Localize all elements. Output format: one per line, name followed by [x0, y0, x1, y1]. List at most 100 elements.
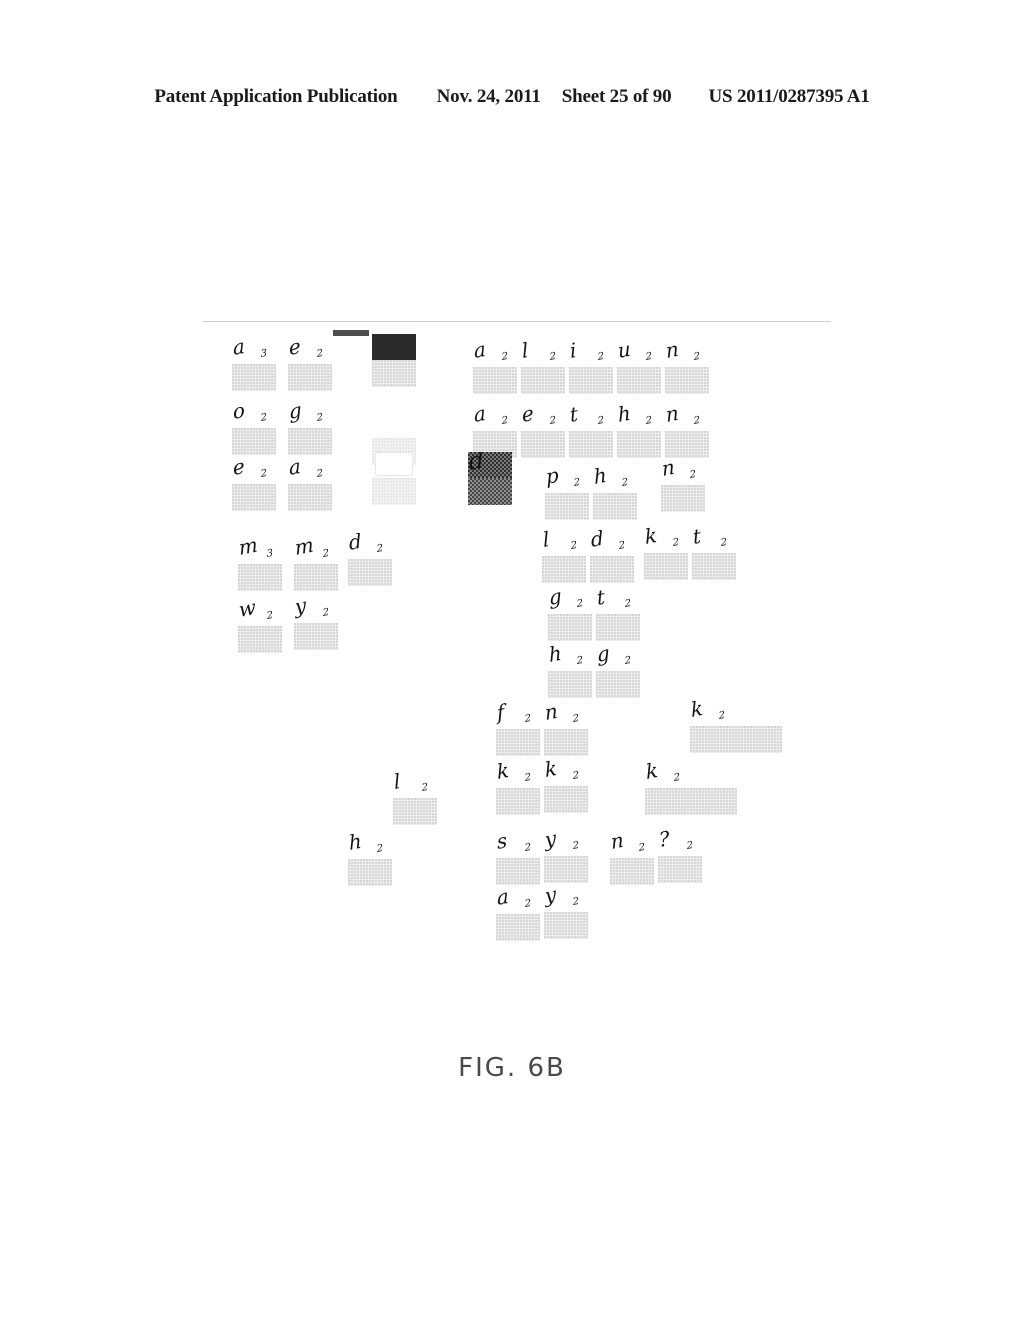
thumbnail-glyph-box: h2	[548, 645, 592, 671]
cursive-glyph: m	[238, 538, 258, 560]
thumbnail-cell[interactable]: y2	[544, 830, 588, 886]
thumbnail-glyph-box: a2	[288, 458, 332, 484]
cursive-glyph: m	[294, 538, 314, 560]
glyph-subscript: 2	[524, 771, 531, 784]
thumbnail-cell[interactable]: s2	[496, 832, 540, 888]
thumbnail-cell[interactable]: n2	[661, 459, 705, 515]
thumbnail-cell[interactable]: g2	[288, 402, 332, 458]
thumbnail-cell[interactable]: n2	[665, 341, 709, 397]
glyph-subscript: 2	[501, 350, 508, 363]
thumbnail-cell[interactable]: k2	[644, 527, 688, 583]
thumbnail-cell[interactable]: a3	[232, 338, 276, 394]
thumbnail-cell[interactable]: d	[468, 452, 512, 508]
glyph-subscript: 2	[376, 842, 383, 855]
thumbnail-cell[interactable]: a2	[473, 341, 517, 397]
thumbnail-cell[interactable]: h2	[617, 405, 661, 461]
thumbnail-glyph-box: l2	[542, 530, 586, 556]
glyph-subscript: 2	[524, 712, 531, 725]
thumbnail-cell[interactable]: h2	[593, 467, 637, 523]
thumbnail-cell[interactable]: p2	[545, 467, 589, 523]
thumbnail-cell[interactable]: u2	[617, 341, 661, 397]
cursive-glyph: n	[544, 703, 558, 725]
thumbnail-cell[interactable]: k2	[496, 762, 540, 818]
figure-caption: FIG. 6B	[458, 1053, 566, 1083]
thumbnail-cell[interactable]: t2	[692, 527, 736, 583]
thumbnail-placeholder-strip	[348, 559, 392, 586]
thumbnail-placeholder-strip	[238, 564, 282, 591]
cursive-glyph: a	[232, 338, 245, 360]
glyph-subscript: 2	[597, 350, 604, 363]
cursive-glyph: a	[473, 405, 486, 427]
thumbnail-cell[interactable]: e2	[288, 338, 332, 394]
cursive-glyph: h	[348, 833, 362, 855]
thumbnail-placeholder-strip	[665, 431, 709, 458]
cursive-glyph: e	[521, 405, 534, 427]
thumbnail-glyph-box: s2	[496, 832, 540, 858]
thumbnail-cell[interactable]: k2	[690, 700, 782, 756]
cursive-glyph: t	[596, 588, 605, 610]
thumbnail-cell[interactable]	[372, 334, 416, 390]
thumbnail-glyph-box: e2	[232, 458, 276, 484]
cursive-glyph: n	[661, 459, 675, 481]
cursive-glyph: h	[617, 405, 631, 427]
thumbnail-cell[interactable]: g2	[596, 645, 640, 701]
thumbnail-glyph-box: l2	[521, 341, 565, 367]
thumbnail-cell[interactable]: t2	[596, 588, 640, 644]
thumbnail-cell[interactable]: i2	[569, 341, 613, 397]
cursive-glyph: u	[617, 341, 631, 363]
cursive-glyph: f	[496, 703, 505, 725]
cursive-glyph: e	[232, 458, 245, 480]
thumbnail-glyph-box: h2	[617, 405, 661, 431]
thumbnail-cell[interactable]: n2	[610, 832, 654, 888]
thumbnail-glyph-box: t2	[692, 527, 736, 553]
glyph-subscript: 2	[549, 414, 556, 427]
thumbnail-cell[interactable]: g2	[548, 588, 592, 644]
thumbnail-cell[interactable]: l2	[542, 530, 586, 586]
glyph-subscript: 2	[720, 536, 727, 549]
thumbnail-glyph-box: h2	[348, 833, 392, 859]
thumbnail-cell[interactable]: w2	[238, 600, 282, 656]
thumbnail-cell[interactable]: e2	[232, 458, 276, 514]
thumbnail-cell[interactable]: o2	[232, 402, 276, 458]
cursive-glyph: w	[238, 600, 256, 622]
thumbnail-cell[interactable]: l2	[521, 341, 565, 397]
thumbnail-cell[interactable]: k2	[645, 762, 737, 818]
thumbnail-cell[interactable]: h2	[548, 645, 592, 701]
glyph-subscript: 2	[570, 539, 577, 552]
thumbnail-placeholder-strip	[496, 729, 540, 756]
thumbnail-cell[interactable]: k2	[544, 760, 588, 816]
thumbnail-cell[interactable]: t2	[569, 405, 613, 461]
thumbnail-glyph-box: n2	[661, 459, 705, 485]
thumbnail-glyph-box: d	[468, 452, 512, 478]
glyph-subscript: 2	[645, 414, 652, 427]
thumbnail-cell[interactable]: y2	[544, 886, 588, 942]
thumbnail-cell[interactable]	[372, 452, 416, 508]
cursive-glyph: ?	[658, 830, 670, 852]
cursive-glyph: l	[521, 341, 529, 363]
thumbnail-cell[interactable]: a2	[288, 458, 332, 514]
thumbnail-cell[interactable]: l2	[393, 772, 437, 828]
thumbnail-cell[interactable]: m2	[294, 538, 338, 594]
thumbnail-glyph-box: t2	[596, 588, 640, 614]
thumbnail-placeholder-strip	[596, 614, 640, 641]
thumbnail-placeholder-strip	[288, 484, 332, 511]
thumbnail-cell[interactable]: f2	[496, 703, 540, 759]
thumbnail-cell[interactable]: n2	[544, 703, 588, 759]
thumbnail-cell[interactable]: d2	[590, 530, 634, 586]
cursive-glyph: e	[288, 338, 301, 360]
cursive-glyph: k	[544, 760, 557, 782]
thumbnail-cell[interactable]: e2	[521, 405, 565, 461]
thumbnail-cell[interactable]: y2	[294, 597, 338, 653]
glyph-subscript: 2	[672, 536, 679, 549]
thumbnail-cell[interactable]: m3	[238, 538, 282, 594]
thumbnail-cell[interactable]: d2	[348, 533, 392, 589]
thumbnail-cell[interactable]: ? 2	[658, 830, 702, 886]
cursive-glyph: g	[596, 645, 610, 667]
thumbnail-cell[interactable]: h2	[348, 833, 392, 889]
thumbnail-placeholder-strip	[658, 856, 702, 883]
thumbnail-cell[interactable]: n2	[665, 405, 709, 461]
thumbnail-cell[interactable]: a2	[496, 888, 540, 944]
thumbnail-glyph-box	[375, 452, 413, 476]
glyph-subscript: 2	[576, 597, 583, 610]
thumbnail-glyph-box: t2	[569, 405, 613, 431]
